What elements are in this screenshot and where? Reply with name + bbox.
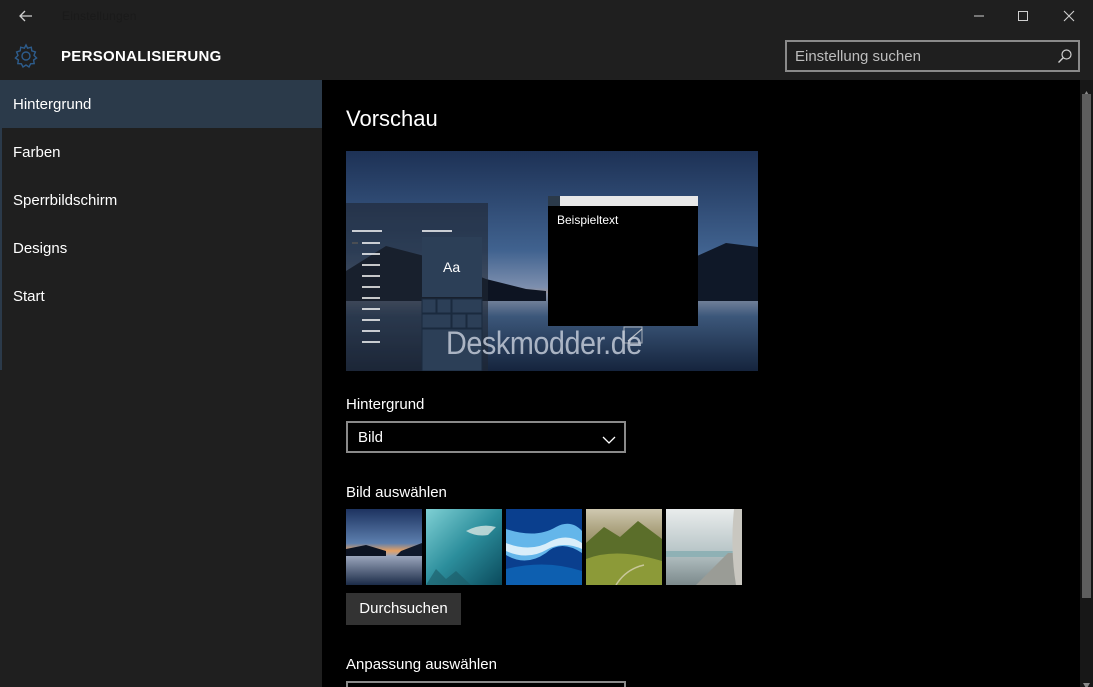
window-title: Einstellungen xyxy=(62,9,137,23)
maximize-icon[interactable] xyxy=(1012,6,1034,26)
preview-tile-text: Aa xyxy=(443,259,461,275)
image-thumbnails xyxy=(346,509,746,585)
preview-window-text: Beispieltext xyxy=(557,213,619,227)
thumbnail-green-hills[interactable] xyxy=(586,509,662,585)
close-icon[interactable] xyxy=(1058,6,1080,26)
back-arrow-icon[interactable] xyxy=(14,6,38,26)
desktop-preview: Aa Beispieltext Deskmodder.de xyxy=(346,151,758,371)
chevron-down-icon xyxy=(602,432,616,444)
preview-heading: Vorschau xyxy=(346,106,438,131)
watermark: Deskmodder.de xyxy=(446,325,642,361)
background-dropdown-value: Bild xyxy=(358,429,384,446)
scroll-up-arrow-icon[interactable] xyxy=(1083,84,1090,97)
page-title: PERSONALISIERUNG xyxy=(61,48,222,65)
search-box[interactable] xyxy=(785,40,1080,72)
sidebar-item-start[interactable]: Start xyxy=(0,272,322,320)
fit-label: Anpassung auswählen xyxy=(346,656,497,673)
sidebar-item-designs[interactable]: Designs xyxy=(0,224,322,272)
minimize-icon[interactable] xyxy=(968,6,990,26)
scroll-down-arrow-icon[interactable] xyxy=(1083,676,1090,687)
sidebar-accent-edge xyxy=(0,80,2,370)
sidebar-item-farben[interactable]: Farben xyxy=(0,128,322,176)
app-header: PERSONALISIERUNG xyxy=(0,32,1093,80)
scroll-thumb[interactable] xyxy=(1082,94,1091,598)
thumbnail-coast-road[interactable] xyxy=(666,509,742,585)
background-label: Hintergrund xyxy=(346,396,425,413)
search-icon[interactable] xyxy=(1057,48,1073,64)
gear-icon xyxy=(12,42,40,70)
choose-image-label: Bild auswählen xyxy=(346,484,447,501)
main-content: Vorschau Aa Beispieltext Deskmodder.de H… xyxy=(322,80,1080,687)
search-input[interactable] xyxy=(795,46,1045,66)
background-dropdown[interactable]: Bild xyxy=(346,421,626,453)
thumbnail-blue-wave[interactable] xyxy=(506,509,582,585)
thumbnail-lake-sunset[interactable] xyxy=(346,509,422,585)
sidebar-item-hintergrund[interactable]: Hintergrund xyxy=(0,80,322,128)
fit-dropdown[interactable] xyxy=(346,681,626,687)
sidebar: Hintergrund Farben Sperrbildschirm Desig… xyxy=(0,80,322,687)
browse-button[interactable]: Durchsuchen xyxy=(346,593,461,625)
sidebar-item-sperrbildschirm[interactable]: Sperrbildschirm xyxy=(0,176,322,224)
vertical-scrollbar[interactable] xyxy=(1080,80,1093,687)
title-bar: Einstellungen xyxy=(0,0,1093,32)
thumbnail-underwater[interactable] xyxy=(426,509,502,585)
